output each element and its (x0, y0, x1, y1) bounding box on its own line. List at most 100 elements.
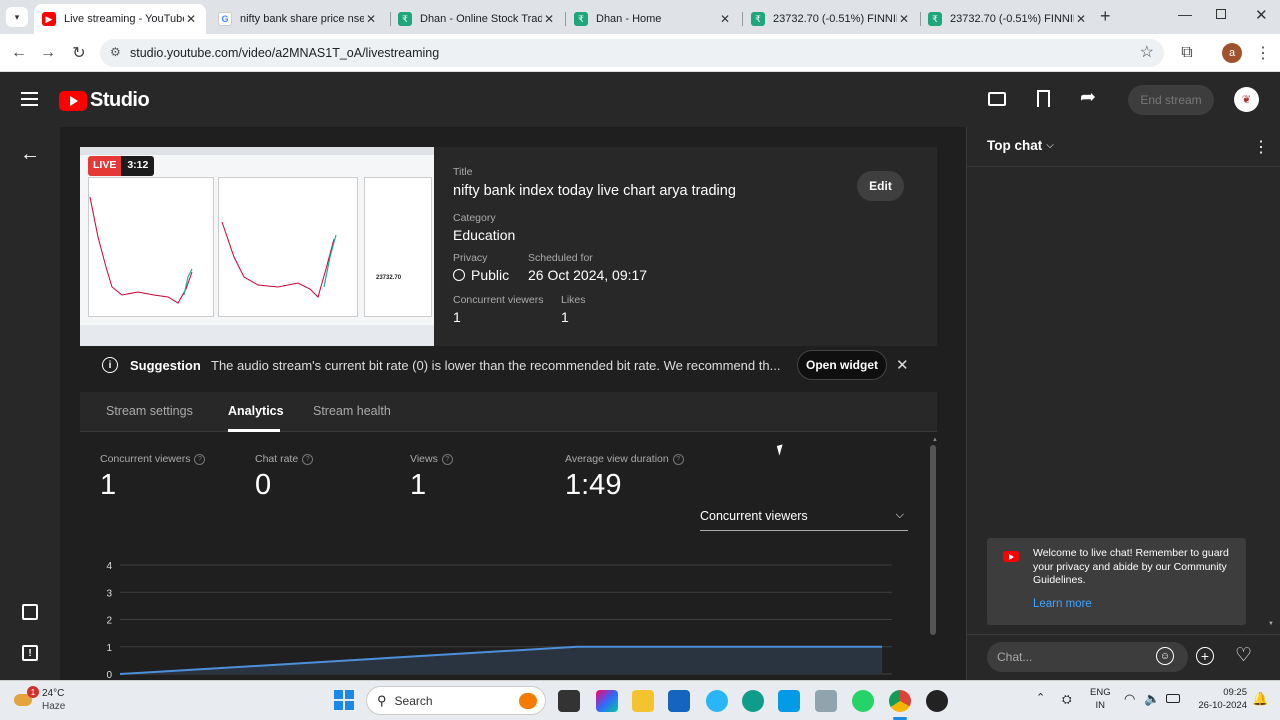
clock[interactable]: 09:25 26-10-2024 (1192, 687, 1247, 711)
close-tab-icon[interactable]: ✕ (542, 12, 556, 26)
tab-analytics[interactable]: Analytics (228, 404, 284, 418)
metric-value: 1 (100, 469, 117, 501)
main-scrollbar-track[interactable]: ▲ (929, 437, 938, 680)
tab-title: Dhan - Online Stock Tradin (420, 13, 542, 25)
app-icon[interactable] (926, 690, 948, 712)
chevron-up-icon[interactable]: ⌃ (1036, 691, 1045, 704)
forward-arrow-icon[interactable]: → (37, 42, 59, 64)
wifi-icon[interactable]: ◠ (1124, 691, 1135, 707)
feedback-icon[interactable]: ! (22, 645, 38, 661)
app-icon[interactable] (815, 690, 837, 712)
close-tab-icon[interactable]: ✕ (897, 12, 911, 26)
new-tab-icon[interactable]: + (1100, 6, 1111, 27)
copilot-icon[interactable] (596, 690, 618, 712)
browser-tab-google-search[interactable]: G nifty bank share price nse ✕ (210, 4, 386, 34)
browser-tab-finnifty-1[interactable]: ₹ 23732.70 (-0.51%) FINNIFT ✕ (743, 4, 919, 34)
weather-temp: 24°C (42, 688, 65, 699)
bookmark-icon[interactable] (1037, 90, 1050, 107)
clapperboard-icon[interactable] (988, 92, 1006, 106)
help-icon[interactable]: ? (194, 453, 206, 465)
browser-tab-finnifty-2[interactable]: ₹ 23732.70 (-0.51%) FINNIFT ✕ (920, 4, 1096, 34)
heart-icon[interactable]: ♡ (1235, 644, 1252, 667)
close-tab-icon[interactable]: ✕ (184, 12, 198, 26)
lang-bottom: IN (1095, 700, 1106, 711)
address-bar[interactable]: ⚙ studio.youtube.com/video/a2MNAS1T_oA/l… (100, 39, 1164, 67)
end-stream-button[interactable]: End stream (1128, 85, 1214, 115)
site-info-icon[interactable]: ⚙ (110, 45, 121, 59)
profile-avatar[interactable]: a (1222, 43, 1242, 63)
taskbar-search[interactable]: ⚲ Search (366, 686, 546, 715)
chat-menu-icon[interactable]: ⋮ (1253, 137, 1269, 157)
preview-price-text: 23732.70 (376, 275, 402, 281)
youtube-studio-logo[interactable]: Studio (59, 89, 150, 112)
dropdown-selected-text: Concurrent viewers (700, 509, 808, 523)
add-icon[interactable]: + (1196, 647, 1214, 665)
learn-more-link[interactable]: Learn more (1033, 598, 1092, 610)
close-window-icon[interactable]: ✕ (1255, 6, 1268, 24)
chat-scrollbar-track[interactable]: ▼ (1267, 167, 1277, 627)
open-widget-button[interactable]: Open widget (797, 350, 887, 380)
tab-search-button[interactable]: ▾ (6, 7, 28, 27)
open-external-icon[interactable] (22, 604, 38, 620)
help-icon[interactable]: ? (302, 453, 314, 465)
help-icon[interactable]: ? (672, 453, 684, 465)
battery-icon[interactable] (1166, 694, 1180, 703)
hamburger-menu-icon[interactable] (21, 92, 38, 106)
notification-bell-icon[interactable]: 🔔 (1252, 691, 1268, 707)
browser-tab-strip: ▾ ▶ Live streaming - YouTube S ✕ G nifty… (0, 0, 1280, 34)
main-content: 23732.70 LIVE 3:12 Title nifty bank inde… (60, 127, 966, 680)
close-suggestion-icon[interactable]: ✕ (896, 356, 909, 374)
restore-icon[interactable] (1216, 9, 1226, 19)
tab-stream-health[interactable]: Stream health (313, 404, 391, 418)
chart-y-tick-label: 3 (106, 588, 112, 599)
close-tab-icon[interactable]: ✕ (1074, 12, 1088, 26)
volume-icon[interactable]: 🔈 (1144, 691, 1160, 707)
chart-y-tick-label: 1 (106, 643, 112, 654)
close-tab-icon[interactable]: ✕ (718, 12, 732, 26)
browser-tab-dhan-trading[interactable]: ₹ Dhan - Online Stock Tradin ✕ (390, 4, 564, 34)
mouse-cursor-icon (776, 444, 786, 456)
title-label: Title (453, 166, 473, 178)
store-icon[interactable] (668, 690, 690, 712)
top-chat-dropdown[interactable]: Top chat ⌵ (987, 138, 1054, 153)
start-button[interactable] (334, 690, 354, 710)
extensions-icon[interactable]: ⧉ (1176, 42, 1198, 64)
browser-menu-icon[interactable]: ⋮ (1252, 42, 1274, 64)
network-status-icon[interactable]: ⛭ (1062, 692, 1072, 707)
studio-header: Studio ➦ End stream ❦ (0, 72, 1280, 127)
emoji-icon[interactable]: ☺ (1156, 647, 1174, 665)
back-arrow-icon[interactable]: ← (20, 143, 40, 166)
tab-title: 23732.70 (-0.51%) FINNIFT (773, 13, 897, 25)
file-explorer-icon[interactable] (632, 690, 654, 712)
edit-button[interactable]: Edit (857, 171, 904, 201)
tab-title: Dhan - Home (596, 13, 662, 25)
help-icon[interactable]: ? (441, 453, 453, 465)
chat-mode-label: Top chat (987, 138, 1043, 153)
metric-value: 0 (255, 469, 272, 501)
weather-widget[interactable]: 1 24°C Haze (14, 686, 74, 716)
chrome-icon[interactable] (889, 690, 911, 712)
edge-icon[interactable] (742, 690, 764, 712)
channel-avatar[interactable]: ❦ (1234, 87, 1259, 112)
language-indicator[interactable]: ENG IN (1090, 687, 1111, 711)
share-arrow-icon[interactable]: ➦ (1080, 86, 1096, 109)
chart-y-tick-label: 4 (106, 561, 112, 572)
app-icon[interactable] (778, 690, 800, 712)
stream-preview[interactable]: 23732.70 LIVE 3:12 (80, 147, 434, 346)
minimize-icon[interactable]: — (1178, 6, 1192, 22)
search-highlight-icon (519, 693, 537, 709)
browser-tab-youtube-studio[interactable]: ▶ Live streaming - YouTube S ✕ (34, 4, 206, 34)
chart-metric-dropdown[interactable]: Concurrent viewers ⌵ (700, 507, 908, 531)
metric-label: Chat rate (255, 453, 299, 465)
whatsapp-icon[interactable] (852, 690, 874, 712)
back-arrow-icon[interactable]: ← (8, 42, 30, 64)
close-tab-icon[interactable]: ✕ (364, 12, 378, 26)
tab-stream-settings[interactable]: Stream settings (106, 404, 193, 418)
reload-icon[interactable]: ↻ (68, 42, 90, 64)
main-scrollbar-thumb[interactable] (930, 445, 936, 635)
browser-tab-dhan-home[interactable]: ₹ Dhan - Home ✕ (566, 4, 740, 34)
paint-icon[interactable] (706, 690, 728, 712)
bookmark-star-icon[interactable]: ☆ (1140, 42, 1154, 62)
task-view-icon[interactable] (558, 690, 580, 712)
youtube-icon: ▶ (42, 12, 56, 26)
